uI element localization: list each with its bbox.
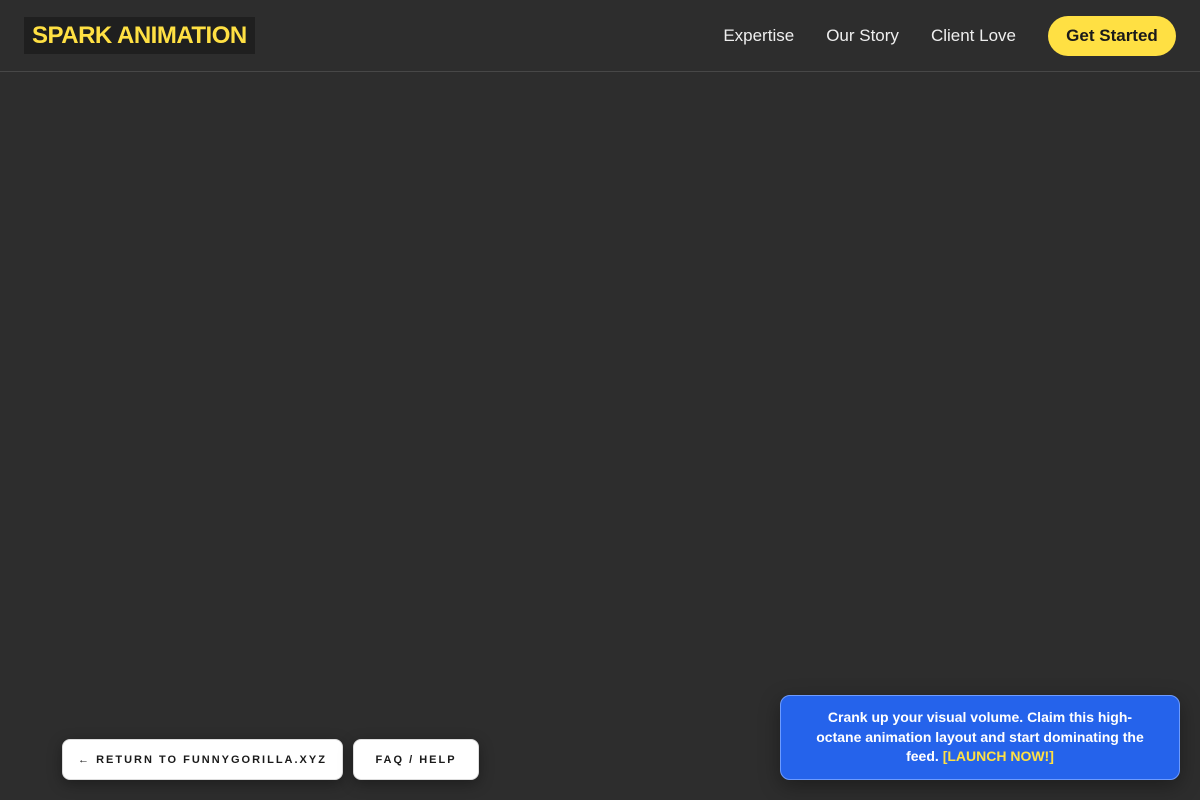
bottom-button-group: ← RETURN TO FUNNYGORILLA.XYZ FAQ / HELP [62,739,479,780]
brand-logo[interactable]: SPARK ANIMATION [24,17,255,54]
landing-page: SPARK ANIMATION Expertise Our Story Clie… [0,0,1200,800]
nav-link-client-love[interactable]: Client Love [931,26,1016,46]
promo-banner: Crank up your visual volume. Claim this … [780,695,1180,780]
get-started-button[interactable]: Get Started [1048,16,1176,56]
faq-help-button[interactable]: FAQ / HELP [353,739,479,780]
nav-links: Expertise Our Story Client Love Get Star… [723,0,1176,72]
return-to-site-button[interactable]: ← RETURN TO FUNNYGORILLA.XYZ [62,739,343,780]
nav-link-expertise[interactable]: Expertise [723,26,794,46]
nav-link-our-story[interactable]: Our Story [826,26,899,46]
navbar: SPARK ANIMATION Expertise Our Story Clie… [0,0,1200,72]
launch-now-link[interactable]: [LAUNCH NOW!] [943,748,1054,764]
